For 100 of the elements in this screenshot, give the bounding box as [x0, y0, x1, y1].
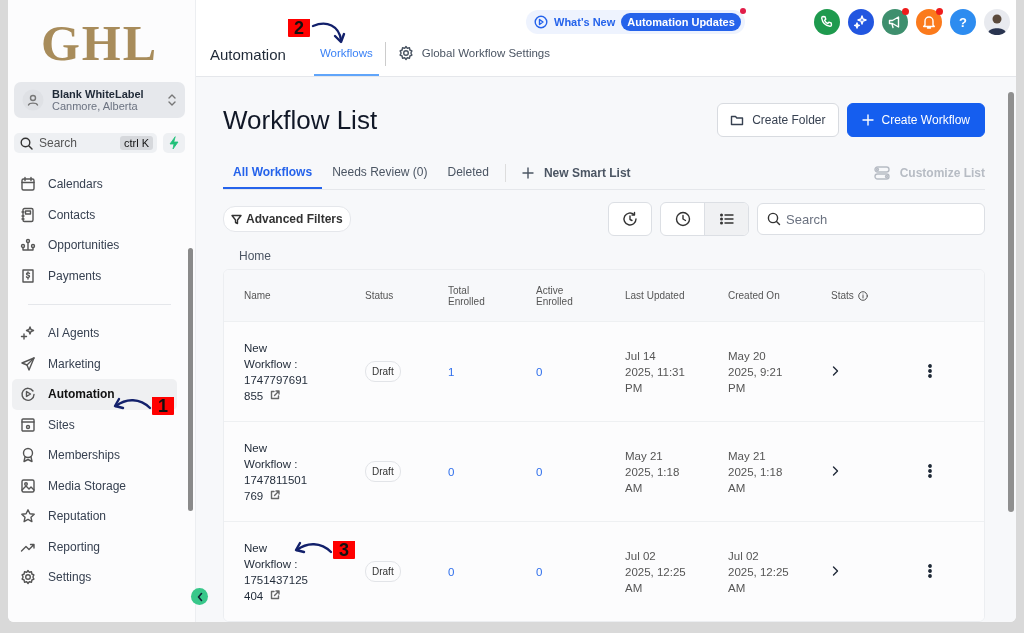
nav-item[interactable]: Settings — [12, 562, 177, 593]
table-cell[interactable]: 0 — [536, 365, 543, 378]
workflow-name[interactable]: New Workflow : 1751437125404 — [244, 539, 312, 604]
nav-item[interactable]: AI Agents — [12, 318, 177, 349]
nav-item[interactable]: Media Storage — [12, 470, 177, 501]
tab[interactable]: Workflows — [313, 32, 379, 76]
tab[interactable]: Needs Review (0) — [322, 157, 438, 189]
table-cell[interactable]: 0 — [448, 565, 455, 578]
account-switcher[interactable]: Blank WhiteLabel Canmore, Alberta — [14, 82, 185, 118]
search-icon — [20, 136, 33, 150]
column-header: Total Enrolled — [448, 284, 486, 307]
column-header: Active Enrolled — [536, 284, 574, 307]
toggles-icon — [873, 166, 890, 180]
receipt-icon — [20, 267, 36, 284]
logo: GHL — [40, 14, 159, 72]
breadcrumb[interactable]: Home — [239, 249, 271, 263]
history-icon — [622, 211, 638, 227]
heading: Workflow List — [223, 104, 378, 136]
list-icon — [718, 211, 735, 227]
award-icon — [20, 447, 36, 464]
nav-item[interactable]: Memberships — [12, 440, 177, 471]
search-icon — [767, 212, 781, 226]
calendar-icon — [20, 176, 36, 193]
send-icon — [20, 355, 36, 372]
bell-icon — [921, 14, 937, 30]
bolt-icon — [168, 136, 180, 150]
column-header: Last Updated — [625, 290, 685, 301]
whats-new-button[interactable]: What's New Automation Updates — [526, 10, 745, 34]
external-link-icon — [269, 388, 282, 401]
image-icon — [20, 477, 36, 494]
chevron-updown-icon — [167, 92, 177, 108]
table-cell-text: Jul 14 2025, 11:31 PM — [625, 348, 686, 396]
table-cell[interactable]: 0 — [536, 565, 543, 578]
chevron-left-icon — [195, 591, 204, 602]
external-link-icon — [269, 488, 282, 501]
gear-icon — [397, 45, 414, 61]
advanced-filters-button[interactable]: Advanced Filters — [223, 206, 351, 232]
status-badge: Draft — [365, 561, 401, 582]
phone-button[interactable] — [814, 9, 840, 35]
number-marker: 3 — [333, 541, 355, 559]
network-icon — [20, 237, 36, 254]
nav-item[interactable]: Reputation — [12, 501, 177, 532]
table-cell-text: May 21 2025, 1:18 AM — [625, 448, 681, 496]
star-icon — [20, 508, 36, 525]
folder-icon — [730, 114, 745, 126]
nav-item[interactable]: Reporting — [12, 531, 177, 562]
create-folder-button[interactable]: Create Folder — [717, 103, 839, 137]
sparkle-icon — [20, 325, 36, 342]
more-icon — [928, 363, 932, 378]
browser-icon — [20, 416, 36, 433]
status-badge: Draft — [365, 361, 401, 382]
table-cell[interactable]: 0 — [536, 465, 543, 478]
column-header: Stats — [831, 290, 891, 301]
list-view-button[interactable] — [704, 203, 748, 235]
search-field[interactable]: Search — [757, 203, 985, 235]
table-cell-text: May 20 2025, 9:21 PM — [728, 348, 784, 396]
table-cell[interactable]: 1 — [448, 365, 455, 378]
sparkle-button[interactable] — [848, 9, 874, 35]
status-badge: Draft — [365, 461, 401, 482]
bell-button[interactable] — [916, 9, 942, 35]
table-cell-text: Jul 02 2025, 12:25 AM — [625, 548, 687, 596]
column-header: Created On — [728, 290, 781, 301]
gear-icon — [20, 569, 36, 586]
nav-item[interactable]: Calendars — [12, 169, 177, 200]
table-cell-text: May 21 2025, 1:18 AM — [728, 448, 784, 496]
search-field[interactable]: Search ctrl K — [14, 133, 157, 153]
nav-item[interactable]: Payments — [12, 260, 177, 291]
account-location: Canmore, Alberta — [52, 100, 139, 112]
workflow-name[interactable]: New Workflow : 1747811501769 — [244, 439, 312, 504]
external-link-icon — [269, 588, 282, 601]
avatar[interactable] — [984, 9, 1010, 35]
filter-icon — [231, 213, 242, 225]
plus-icon — [521, 167, 534, 179]
contact-book-icon — [20, 206, 36, 223]
table-cell[interactable]: 0 — [448, 465, 455, 478]
new-smart-list-button[interactable]: New Smart List — [521, 166, 631, 180]
more-icon — [928, 563, 932, 578]
nav-item[interactable]: Marketing — [12, 348, 177, 379]
number-marker: 1 — [152, 397, 174, 415]
nav-item[interactable]: Contacts — [12, 199, 177, 230]
megaphone-button[interactable] — [882, 9, 908, 35]
scrollbar-thumb[interactable] — [188, 248, 193, 511]
clock-icon — [674, 211, 691, 227]
scrollbar-thumb[interactable] — [1008, 92, 1014, 512]
tab[interactable]: All Workflows — [223, 157, 323, 189]
tab[interactable]: Global Workflow Settings — [391, 32, 556, 76]
history-button[interactable] — [608, 202, 652, 236]
play-badge-icon — [534, 15, 548, 29]
update-badge: Automation Updates — [621, 13, 741, 31]
search-placeholder: Search — [39, 136, 79, 150]
create-workflow-button[interactable]: Create Workflow — [846, 103, 985, 137]
nav-item[interactable]: Opportunities — [12, 230, 177, 261]
workflow-name[interactable]: New Workflow : 1747797691855 — [244, 339, 312, 404]
notification-dot — [739, 8, 746, 14]
column-header: Name — [244, 290, 272, 301]
page-title: Automation — [210, 45, 286, 63]
sparkle-icon — [853, 14, 869, 30]
chevron-right-icon — [831, 464, 839, 477]
tab[interactable]: Deleted — [437, 157, 499, 189]
more-icon — [928, 463, 932, 478]
